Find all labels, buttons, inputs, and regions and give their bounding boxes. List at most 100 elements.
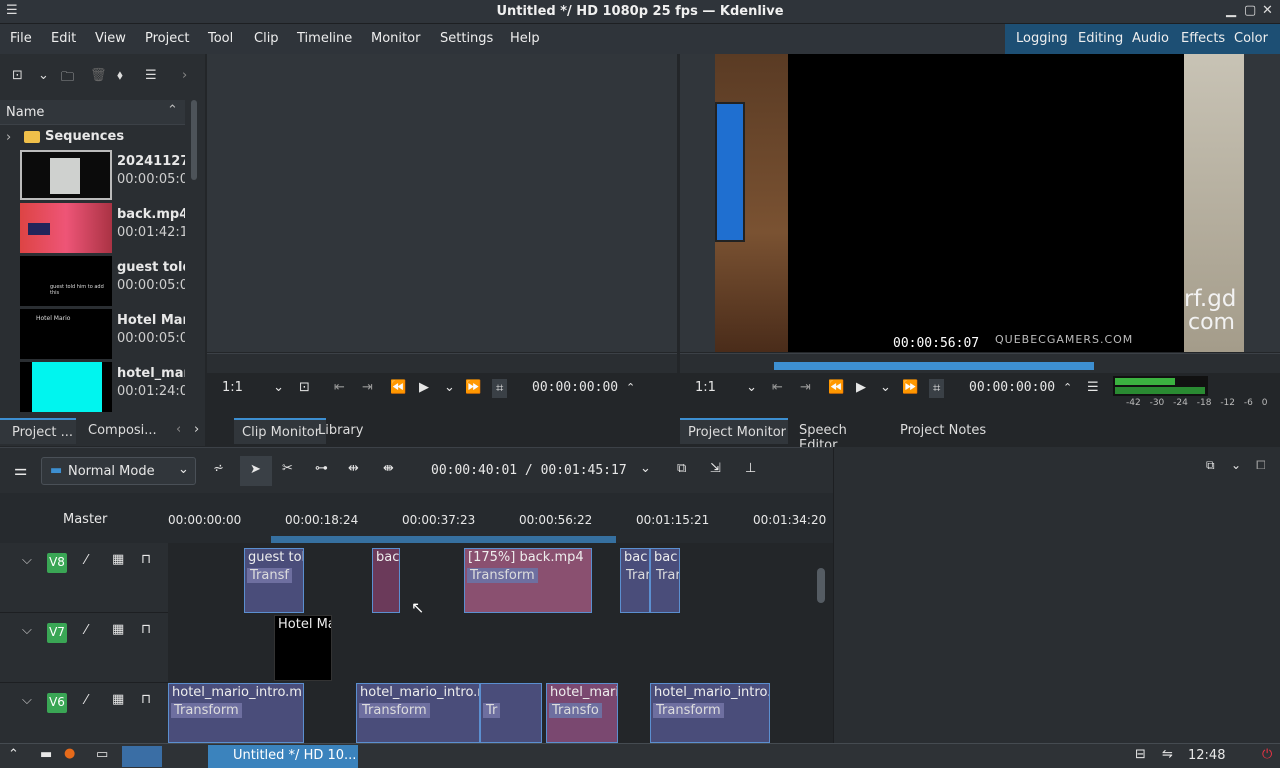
set-out-icon[interactable]: ⇥	[800, 380, 811, 395]
menu-tool[interactable]: Tool	[208, 31, 233, 46]
chevron-down-icon[interactable]: ⌄	[1231, 458, 1241, 472]
sort-up-icon[interactable]: ⌃	[167, 103, 178, 118]
insert-icon[interactable]: ⇲	[710, 461, 721, 476]
menu-clip[interactable]: Clip	[254, 31, 279, 46]
track-tag[interactable]: V6	[47, 693, 67, 713]
settings-icon[interactable]: ⚌	[14, 461, 27, 479]
set-in-icon[interactable]: ⇤	[334, 380, 345, 395]
timeline-clip[interactable]: hotel_mario_intro. Transform	[650, 683, 770, 743]
taskbar-window-button[interactable]: Untitled */ HD 10...	[208, 745, 358, 768]
bin-clip[interactable]: Hotel Mario Hotel Mari 00:00:05:00	[20, 309, 185, 362]
workspace-audio[interactable]: Audio	[1132, 31, 1169, 46]
start-menu-icon[interactable]: ⌃	[8, 747, 19, 762]
timeline-clip[interactable]: bac	[372, 548, 400, 613]
bin-clip[interactable]: back.mp4 00:01:42:16	[20, 203, 185, 256]
file-manager-icon[interactable]: ▭	[96, 747, 108, 762]
minimize-icon[interactable]: ▁	[1226, 3, 1236, 18]
track-header-v7[interactable]: ⌵ V7 ⁄ ▦ ⊓	[0, 613, 168, 683]
clip-monitor-view[interactable]	[207, 54, 677, 352]
chevron-down-icon[interactable]: ⌄	[640, 461, 651, 476]
timeline-clip[interactable]: guest tol Transf	[244, 548, 304, 613]
bin-clip[interactable]: guest told him to add this guest told 00…	[20, 256, 185, 309]
chevron-right-icon[interactable]: ›	[182, 68, 187, 83]
spacer-tool-icon[interactable]: ⩫	[213, 461, 224, 476]
lock-icon[interactable]: ⊓	[141, 552, 151, 567]
ripple-icon[interactable]: ⇹	[348, 461, 359, 476]
hamburger-menu-icon[interactable]: ☰	[145, 68, 157, 83]
timeline-position[interactable]: 00:00:40:01 / 00:01:45:17	[431, 463, 627, 478]
workspace-effects[interactable]: Effects	[1181, 31, 1225, 46]
clock[interactable]: 12:48	[1188, 748, 1225, 763]
film-icon[interactable]: ▦	[112, 622, 124, 637]
fast-forward-icon[interactable]: ⏩	[465, 380, 481, 395]
menu-edit[interactable]: Edit	[51, 31, 76, 46]
tag-icon[interactable]: ⬧	[117, 68, 123, 83]
film-icon[interactable]: ▦	[112, 692, 124, 707]
track-header-v8[interactable]: ⌵ V8 ⁄ ▦ ⊓	[0, 543, 168, 613]
menu-file[interactable]: File	[10, 31, 32, 46]
tab-library[interactable]: Library	[318, 418, 378, 444]
workspace-color[interactable]: Color	[1234, 31, 1268, 46]
effects-icon[interactable]: ⁄	[85, 623, 87, 638]
clip-zoom-select[interactable]: 1:1 ⌄	[222, 380, 284, 395]
workspace-logging[interactable]: Logging	[1016, 31, 1068, 46]
chevron-right-icon[interactable]: ›	[194, 422, 199, 437]
track-tag[interactable]: V8	[47, 553, 67, 573]
tab-compositions[interactable]: Composi...	[80, 418, 170, 444]
menu-view[interactable]: View	[95, 31, 126, 46]
menu-settings[interactable]: Settings	[440, 31, 493, 46]
bin-scrollbar[interactable]	[191, 100, 197, 180]
clip-monitor-ruler[interactable]	[207, 353, 677, 373]
tab-project-bin[interactable]: Project ...	[0, 418, 76, 444]
maximize-icon[interactable]: ▢	[1244, 3, 1256, 18]
desktop-switcher[interactable]	[122, 746, 162, 767]
effects-icon[interactable]: ⁄	[85, 553, 87, 568]
network-icon[interactable]: ⊟	[1135, 747, 1146, 762]
folder-icon[interactable]: 🗀	[61, 68, 74, 90]
menu-help[interactable]: Help	[510, 31, 540, 46]
timeline-clip[interactable]: Hotel Ma	[274, 615, 332, 681]
bin-clip[interactable]: hotel_mari 00:01:24:00	[20, 362, 185, 415]
roll-icon[interactable]: ⇼	[383, 461, 394, 476]
chevron-down-icon[interactable]: ⌄	[38, 68, 49, 83]
menu-monitor[interactable]: Monitor	[371, 31, 420, 46]
timeline-clip[interactable]: bac Trar	[620, 548, 650, 613]
bin-folder-label[interactable]: Sequences	[45, 129, 124, 144]
collapse-icon[interactable]: ⌵	[22, 553, 32, 568]
timeline-scrollbar[interactable]	[817, 568, 825, 603]
master-label[interactable]: Master	[63, 512, 107, 527]
chevron-down-icon[interactable]: ⌄	[444, 380, 455, 395]
zone-bar[interactable]	[271, 536, 616, 543]
spin-icon[interactable]: ⌃	[1063, 381, 1072, 394]
files-icon[interactable]: ▬	[40, 747, 52, 762]
overwrite-icon[interactable]: ⊥	[745, 461, 756, 476]
close-icon[interactable]: ✕	[1262, 3, 1273, 18]
timeline-clip[interactable]: hotel_mario_intro.mp Transform	[168, 683, 304, 743]
set-in-icon[interactable]: ⇤	[772, 380, 783, 395]
menu-project[interactable]: Project	[145, 31, 189, 46]
project-monitor-view[interactable]: rf.gd com 00:00:56:07 QUEBECGAMERS.COM	[680, 54, 1280, 352]
lock-icon[interactable]: ⊓	[141, 622, 151, 637]
project-timecode[interactable]: 00:00:00:00	[969, 380, 1055, 395]
project-monitor-ruler[interactable]	[680, 353, 1280, 373]
timeline-clip[interactable]: bac Trar	[650, 548, 680, 613]
fit-icon[interactable]: ⊡	[299, 380, 310, 395]
bin-clip[interactable]: 20241127_ 00:00:05:00	[20, 150, 185, 203]
add-clip-icon[interactable]: ⊡	[12, 68, 23, 83]
track-tag[interactable]: V7	[47, 623, 67, 643]
chevron-down-icon[interactable]: ⌄	[880, 380, 891, 395]
panel-icon[interactable]: ⧉	[1206, 458, 1215, 473]
tab-speech-editor[interactable]: Speech Editor	[799, 418, 889, 453]
fit-zoom-icon[interactable]: ⧉	[677, 461, 686, 476]
rewind-icon[interactable]: ⏪	[828, 380, 844, 395]
rewind-icon[interactable]: ⏪	[390, 380, 406, 395]
timeline-clip[interactable]: hotel_mario_intro.m Transform	[356, 683, 480, 743]
timeline-ruler[interactable]: 00:00:00:00 00:00:18:24 00:00:37:23 00:0…	[168, 493, 833, 543]
power-icon[interactable]: ⏻	[1262, 747, 1272, 762]
project-zoom-select[interactable]: 1:1 ⌄	[695, 380, 757, 395]
timeline-clip[interactable]: [175%] back.mp4 Transform	[464, 548, 592, 613]
play-icon[interactable]: ▶	[419, 380, 429, 395]
edit-mode-select[interactable]: ▬ Normal Mode ⌄	[41, 457, 196, 485]
razor-icon[interactable]: ✂	[282, 461, 293, 476]
select-tool-icon[interactable]: ➤	[240, 456, 272, 486]
